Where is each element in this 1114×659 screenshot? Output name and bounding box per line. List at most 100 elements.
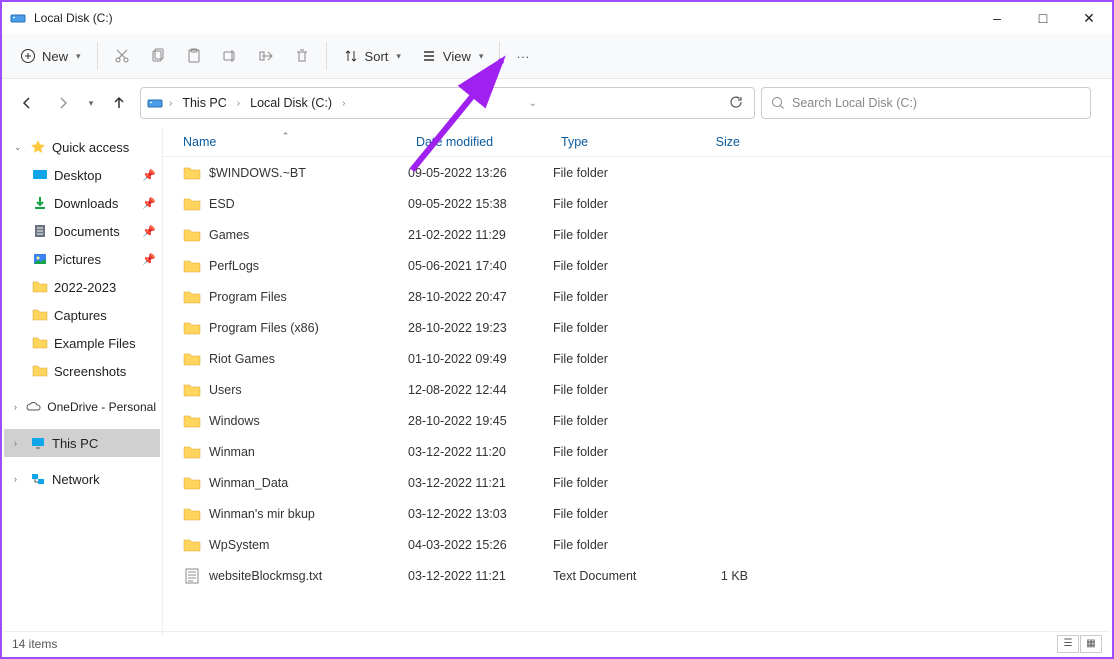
column-type[interactable]: Type: [553, 135, 673, 149]
folder-icon: [32, 307, 48, 323]
file-name: Winman_Data: [209, 476, 288, 490]
address-bar[interactable]: › This PC › Local Disk (C:) › ⌄: [140, 87, 755, 119]
chevron-down-icon: ⌄: [14, 142, 24, 153]
sidebar-item-2022-2023[interactable]: 2022-2023: [4, 273, 160, 301]
toolbar-separator: [499, 42, 500, 70]
sidebar-label: This PC: [52, 436, 98, 451]
close-button[interactable]: ✕: [1066, 2, 1112, 34]
back-button[interactable]: [12, 88, 42, 118]
sidebar-item-screenshots[interactable]: Screenshots: [4, 357, 160, 385]
file-row[interactable]: $WINDOWS.~BT09-05-2022 13:26File folder: [163, 157, 1112, 188]
copy-icon: [150, 48, 166, 64]
chevron-right-icon: ›: [169, 98, 172, 109]
arrow-right-icon: [55, 95, 71, 111]
more-button[interactable]: ···: [508, 43, 537, 70]
share-button[interactable]: [250, 42, 282, 70]
file-area: ⌃Name Date modified Type Size $WINDOWS.~…: [162, 127, 1112, 635]
file-row[interactable]: Windows28-10-2022 19:45File folder: [163, 405, 1112, 436]
column-header-row: ⌃Name Date modified Type Size: [163, 127, 1112, 157]
chevron-down-icon: ▾: [89, 98, 94, 109]
file-size: 1 KB: [673, 569, 748, 583]
item-count: 14 items: [12, 637, 57, 651]
refresh-button[interactable]: [724, 90, 748, 117]
column-type-label: Type: [561, 135, 588, 149]
breadcrumb-this-pc[interactable]: This PC: [178, 94, 230, 112]
sidebar-item-quick-access[interactable]: ⌄ Quick access: [4, 133, 160, 161]
download-icon: [32, 195, 48, 211]
recent-button[interactable]: ▾: [84, 88, 98, 118]
sidebar-label: Documents: [54, 224, 120, 239]
paste-button[interactable]: [178, 42, 210, 70]
chevron-down-icon[interactable]: ⌄: [525, 94, 541, 113]
folder-icon: [183, 475, 201, 491]
file-row[interactable]: Users12-08-2022 12:44File folder: [163, 374, 1112, 405]
sidebar-item-downloads[interactable]: Downloads📌: [4, 189, 160, 217]
file-modified: 09-05-2022 15:38: [408, 197, 553, 211]
cut-button[interactable]: [106, 42, 138, 70]
file-row[interactable]: websiteBlockmsg.txt03-12-2022 11:21Text …: [163, 560, 1112, 591]
file-modified: 03-12-2022 13:03: [408, 507, 553, 521]
folder-icon: [183, 413, 201, 429]
drive-icon: [10, 10, 26, 26]
sort-button[interactable]: Sort ▾: [335, 42, 409, 70]
arrow-up-icon: [111, 95, 127, 111]
grid-icon: ▦: [1086, 638, 1095, 649]
icons-view-button[interactable]: ▦: [1080, 635, 1102, 653]
details-view-button[interactable]: ☰: [1057, 635, 1079, 653]
sort-button-label: Sort: [365, 49, 389, 64]
file-name: Riot Games: [209, 352, 275, 366]
view-button[interactable]: View ▾: [413, 42, 491, 70]
delete-button[interactable]: [286, 42, 318, 70]
forward-button[interactable]: [48, 88, 78, 118]
folder-icon: [183, 444, 201, 460]
file-modified: 03-12-2022 11:21: [408, 476, 553, 490]
file-modified: 12-08-2022 12:44: [408, 383, 553, 397]
file-row[interactable]: Program Files (x86)28-10-2022 19:23File …: [163, 312, 1112, 343]
up-button[interactable]: [104, 88, 134, 118]
file-row[interactable]: Riot Games01-10-2022 09:49File folder: [163, 343, 1112, 374]
sidebar-item-this-pc[interactable]: ›This PC: [4, 429, 160, 457]
file-row[interactable]: Winman's mir bkup03-12-2022 13:03File fo…: [163, 498, 1112, 529]
search-box[interactable]: Search Local Disk (C:): [761, 87, 1091, 119]
file-modified: 03-12-2022 11:20: [408, 445, 553, 459]
pin-icon: 📌: [142, 197, 156, 210]
sidebar-item-captures[interactable]: Captures: [4, 301, 160, 329]
sort-icon: [343, 48, 359, 64]
file-row[interactable]: PerfLogs05-06-2021 17:40File folder: [163, 250, 1112, 281]
file-name: Windows: [209, 414, 260, 428]
sidebar-item-network[interactable]: ›Network: [4, 465, 160, 493]
file-modified: 04-03-2022 15:26: [408, 538, 553, 552]
drive-icon: [147, 95, 163, 111]
new-button-label: New: [42, 49, 68, 64]
minimize-button[interactable]: –: [974, 2, 1020, 34]
new-button[interactable]: New ▾: [12, 42, 89, 70]
sidebar-item-documents[interactable]: Documents 📌: [4, 217, 160, 245]
file-name: WpSystem: [209, 538, 269, 552]
sidebar-label: Screenshots: [54, 364, 126, 379]
sidebar-item-desktop[interactable]: Desktop📌: [4, 161, 160, 189]
column-modified[interactable]: Date modified: [408, 135, 553, 149]
file-row[interactable]: Winman03-12-2022 11:20File folder: [163, 436, 1112, 467]
sidebar-item-onedrive[interactable]: ›OneDrive - Personal: [4, 393, 160, 421]
status-bar: 14 items ☰ ▦: [4, 631, 1110, 655]
column-size[interactable]: Size: [673, 135, 748, 149]
file-row[interactable]: ESD09-05-2022 15:38File folder: [163, 188, 1112, 219]
file-row[interactable]: Games21-02-2022 11:29File folder: [163, 219, 1112, 250]
chevron-down-icon: ▾: [479, 51, 484, 62]
file-row[interactable]: Winman_Data03-12-2022 11:21File folder: [163, 467, 1112, 498]
file-type: File folder: [553, 290, 673, 304]
file-row[interactable]: WpSystem04-03-2022 15:26File folder: [163, 529, 1112, 560]
rename-icon: [222, 48, 238, 64]
file-name: $WINDOWS.~BT: [209, 166, 306, 180]
file-row[interactable]: Program Files28-10-2022 20:47File folder: [163, 281, 1112, 312]
folder-icon: [183, 506, 201, 522]
sidebar-item-example-files[interactable]: Example Files: [4, 329, 160, 357]
maximize-button[interactable]: □: [1020, 2, 1066, 34]
rename-button[interactable]: [214, 42, 246, 70]
pin-icon: 📌: [142, 225, 156, 238]
sidebar-label: Pictures: [54, 252, 101, 267]
breadcrumb-local-disk[interactable]: Local Disk (C:): [246, 94, 336, 112]
copy-button[interactable]: [142, 42, 174, 70]
sidebar-item-pictures[interactable]: Pictures📌: [4, 245, 160, 273]
column-name[interactable]: ⌃Name: [163, 135, 408, 149]
